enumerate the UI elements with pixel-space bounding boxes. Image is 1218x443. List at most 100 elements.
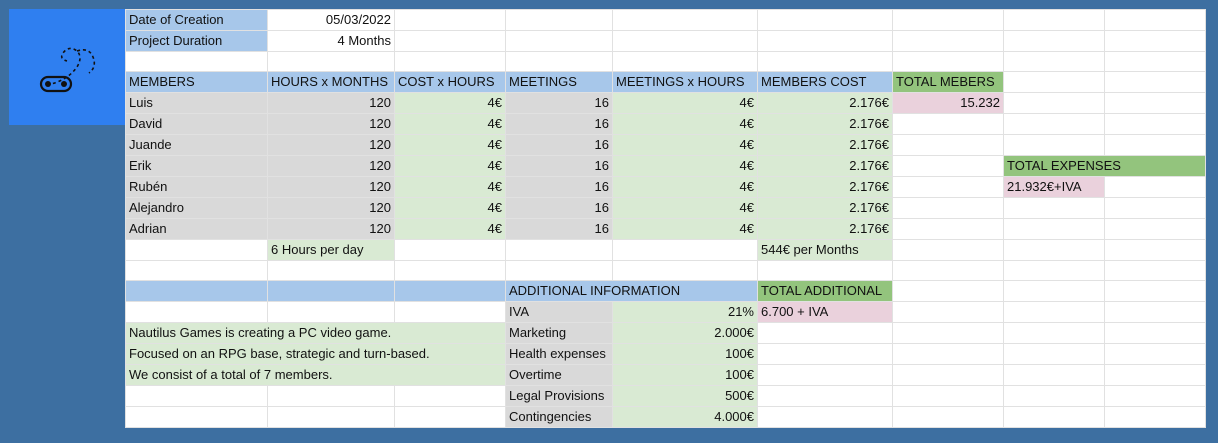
member-cost[interactable]: 2.176€ [757,134,893,156]
member-cost-hour[interactable]: 4€ [394,113,506,135]
member-hours[interactable]: 120 [267,176,395,198]
cell-empty[interactable] [1003,218,1105,240]
header-members-cost[interactable]: MEMBERS COST [757,71,893,93]
cell-empty[interactable] [612,260,758,281]
cell-empty[interactable] [1003,9,1105,31]
cell-empty[interactable] [1003,343,1105,365]
cell-empty[interactable] [1104,197,1206,219]
header-meetings-x-hours[interactable]: MEETINGS x HOURS [612,71,758,93]
cell-empty[interactable] [505,30,613,52]
cell-empty[interactable] [1003,364,1105,386]
member-hours[interactable]: 120 [267,92,395,114]
cell-date-label[interactable]: Date of Creation [125,9,268,31]
cell-empty[interactable] [394,30,506,52]
cell-empty[interactable] [757,406,893,428]
cell-empty[interactable] [1104,51,1206,72]
additional-item-value[interactable]: 4.000€ [612,406,758,428]
member-meetings[interactable]: 16 [505,113,613,135]
cell-empty[interactable] [757,30,893,52]
cell-empty[interactable] [892,364,1004,386]
member-name[interactable]: Erik [125,155,268,177]
cell-empty[interactable] [1104,322,1206,344]
cell-empty[interactable] [125,385,268,407]
member-meetings[interactable]: 16 [505,92,613,114]
cell-empty[interactable] [892,113,1004,135]
cell-empty[interactable] [1003,92,1105,114]
cell-blue-band[interactable] [125,280,268,302]
additional-item-value[interactable]: 500€ [612,385,758,407]
cell-empty[interactable] [612,51,758,72]
cell-empty[interactable] [892,301,1004,323]
cell-empty[interactable] [892,51,1004,72]
cell-empty[interactable] [1003,385,1105,407]
cell-empty[interactable] [125,260,268,281]
cell-empty[interactable] [1104,343,1206,365]
member-cost-hour[interactable]: 4€ [394,134,506,156]
cell-empty[interactable] [505,9,613,31]
cell-empty[interactable] [892,260,1004,281]
member-meeting-hours[interactable]: 4€ [612,113,758,135]
cell-empty[interactable] [892,176,1004,198]
member-name[interactable]: Juande [125,134,268,156]
cell-empty[interactable] [394,301,506,323]
cell-empty[interactable] [394,51,506,72]
cell-empty[interactable] [892,385,1004,407]
cell-empty[interactable] [267,260,395,281]
cell-empty[interactable] [1104,280,1206,302]
cell-empty[interactable] [892,9,1004,31]
cell-empty[interactable] [757,51,893,72]
cell-empty[interactable] [1104,364,1206,386]
description-line[interactable]: Focused on an RPG base, strategic and tu… [125,343,506,365]
cell-empty[interactable] [1003,113,1105,135]
cell-empty[interactable] [892,218,1004,240]
cell-empty[interactable] [612,30,758,52]
cell-empty[interactable] [1104,9,1206,31]
cell-empty[interactable] [757,364,893,386]
cell-empty[interactable] [267,51,395,72]
cell-empty[interactable] [1003,260,1105,281]
member-hours[interactable]: 120 [267,155,395,177]
cell-empty[interactable] [505,239,613,261]
cell-empty[interactable] [1104,385,1206,407]
cell-empty[interactable] [1104,113,1206,135]
cell-empty[interactable] [394,9,506,31]
member-cost[interactable]: 2.176€ [757,218,893,240]
cost-per-month-note[interactable]: 544€ per Months [757,239,893,261]
total-additional-label[interactable]: TOTAL ADDITIONAL [757,280,893,302]
cell-empty[interactable] [1104,92,1206,114]
member-meeting-hours[interactable]: 4€ [612,92,758,114]
member-cost[interactable]: 2.176€ [757,155,893,177]
additional-info-header[interactable]: ADDITIONAL INFORMATION [505,280,758,302]
member-meetings[interactable]: 16 [505,134,613,156]
additional-item-value[interactable]: 21% [612,301,758,323]
member-hours[interactable]: 120 [267,113,395,135]
member-hours[interactable]: 120 [267,134,395,156]
cell-empty[interactable] [125,406,268,428]
cell-empty[interactable] [1104,301,1206,323]
cell-empty[interactable] [394,385,506,407]
member-cost-hour[interactable]: 4€ [394,218,506,240]
member-meeting-hours[interactable]: 4€ [612,176,758,198]
cell-empty[interactable] [892,280,1004,302]
member-meetings[interactable]: 16 [505,218,613,240]
member-cost[interactable]: 2.176€ [757,197,893,219]
cell-empty[interactable] [1003,134,1105,156]
cell-empty[interactable] [1003,301,1105,323]
cell-empty[interactable] [125,301,268,323]
member-cost-hour[interactable]: 4€ [394,176,506,198]
cell-empty[interactable] [892,343,1004,365]
additional-item-label[interactable]: Contingencies [505,406,613,428]
cell-empty[interactable] [1003,71,1105,93]
additional-item-label[interactable]: IVA [505,301,613,323]
member-cost-hour[interactable]: 4€ [394,92,506,114]
cell-empty[interactable] [394,406,506,428]
member-meeting-hours[interactable]: 4€ [612,134,758,156]
total-members-value[interactable]: 15.232 [892,92,1004,114]
total-additional-value[interactable]: 6.700 + IVA [757,301,893,323]
hours-per-day-note[interactable]: 6 Hours per day [267,239,395,261]
header-total-members[interactable]: TOTAL MEBERS [892,71,1004,93]
cell-empty[interactable] [505,51,613,72]
cell-empty[interactable] [892,322,1004,344]
additional-item-label[interactable]: Marketing [505,322,613,344]
total-expenses-label[interactable]: TOTAL EXPENSES [1003,155,1206,177]
